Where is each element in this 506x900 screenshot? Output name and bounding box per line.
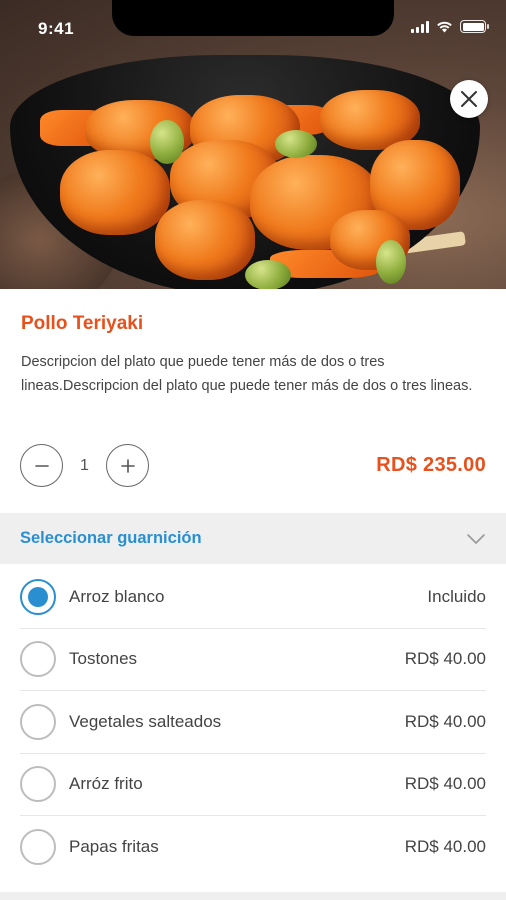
option-name: Tostones: [69, 649, 138, 669]
side-option-arroz-blanco[interactable]: Arroz blanco Incluido: [20, 566, 486, 629]
radio-button[interactable]: [20, 766, 56, 803]
side-options-list: Arroz blanco Incluido Tostones RD$ 40.00…: [20, 566, 486, 879]
status-icons: [411, 20, 489, 33]
minus-icon: [34, 464, 49, 467]
option-price: RD$ 40.00: [404, 649, 486, 669]
radio-button-selected[interactable]: [20, 578, 56, 615]
radio-button[interactable]: [20, 829, 56, 866]
increment-button[interactable]: [106, 444, 149, 487]
chevron-down-icon[interactable]: [466, 533, 486, 545]
next-section-edge: [0, 892, 506, 900]
option-name: Arroz blanco: [69, 586, 165, 606]
side-option-tostones[interactable]: Tostones RD$ 40.00: [20, 629, 486, 691]
side-option-vegetales-salteados[interactable]: Vegetales salteados RD$ 40.00: [20, 691, 486, 754]
status-bar: 9:41: [0, 0, 506, 58]
decrement-button[interactable]: [20, 444, 63, 487]
side-option-papas-fritas[interactable]: Papas fritas RD$ 40.00: [20, 816, 486, 879]
close-icon: [461, 91, 477, 107]
dish-description: Descripcion del plato que puede tener má…: [21, 354, 473, 394]
status-time: 9:41: [38, 19, 75, 38]
dish-price: RD$ 235.00: [376, 454, 486, 476]
option-name: Vegetales salteados: [69, 711, 222, 731]
side-section-title: Seleccionar guarnición: [20, 529, 202, 547]
option-price: Incluido: [427, 586, 486, 606]
option-price: RD$ 40.00: [404, 837, 486, 857]
chicken-food: [40, 90, 470, 289]
wifi-icon: [437, 21, 452, 32]
option-name: Papas fritas: [69, 837, 159, 857]
option-price: RD$ 40.00: [404, 774, 486, 794]
option-name: Arróz frito: [69, 774, 143, 794]
close-button[interactable]: [450, 80, 488, 118]
device-notch: [112, 0, 394, 36]
radio-button[interactable]: [20, 703, 56, 740]
side-section-header[interactable]: Seleccionar guarnición: [0, 513, 506, 564]
side-option-arroz-frito[interactable]: Arróz frito RD$ 40.00: [20, 754, 486, 816]
battery-icon: [460, 20, 489, 33]
option-price: RD$ 40.00: [404, 711, 486, 731]
plus-icon: [120, 458, 135, 473]
quantity-stepper: 1: [20, 444, 149, 487]
radio-button[interactable]: [20, 641, 56, 678]
cellular-signal-icon: [411, 20, 429, 33]
quantity-value: 1: [80, 456, 89, 474]
bowl: [10, 55, 480, 289]
dish-title: Pollo Teriyaki: [21, 313, 144, 334]
